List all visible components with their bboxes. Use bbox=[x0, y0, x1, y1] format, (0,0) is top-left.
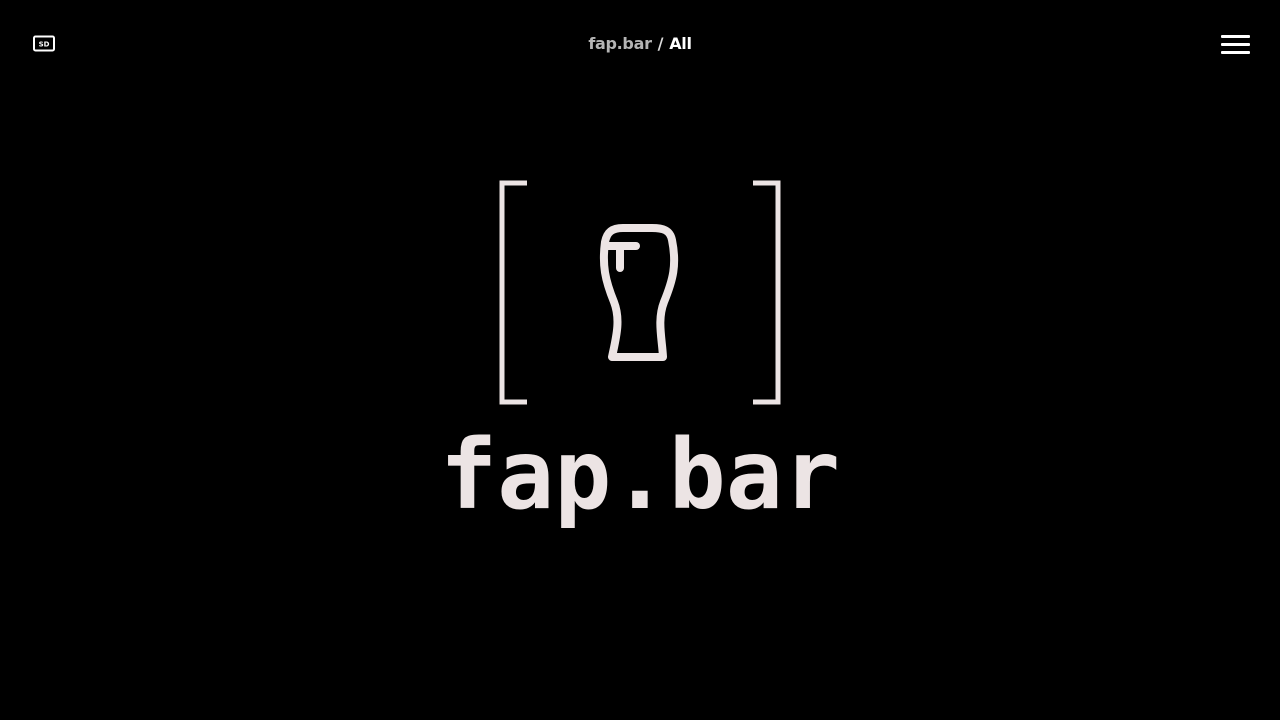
site-logo: fap.bar bbox=[430, 170, 850, 540]
logo-wordmark: fap.bar bbox=[440, 419, 840, 531]
breadcrumb-separator: / bbox=[657, 34, 664, 53]
breadcrumb-home-link[interactable]: fap.bar bbox=[588, 34, 652, 53]
left-bracket-mark bbox=[499, 180, 527, 405]
top-bar: SD fap.bar / All bbox=[0, 0, 1280, 88]
right-bracket-mark bbox=[753, 180, 781, 405]
breadcrumb-current: All bbox=[669, 34, 692, 53]
breadcrumb: fap.bar / All bbox=[0, 34, 1280, 54]
menu-button[interactable] bbox=[1221, 35, 1250, 55]
beer-glass-icon bbox=[599, 224, 679, 361]
page: SD fap.bar / All fap.bar bbox=[0, 0, 1280, 720]
